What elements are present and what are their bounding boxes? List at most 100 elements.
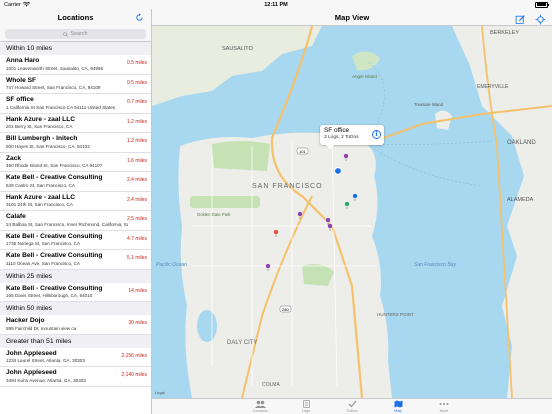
location-name: SF office [6,96,34,103]
section-header: Within 10 miles [0,42,151,55]
status-left: Carrier [4,2,30,8]
location-row[interactable]: Kate Bell - Creative Consulting 165 Davis… [0,283,151,302]
label-angel-island: Angel Island [352,74,377,79]
location-distance: 30 miles [128,320,147,326]
map-icon [394,400,403,408]
location-address: 3494 Kuhn Avenue, Atlanta, GA, 30303 [6,377,86,383]
legal-link[interactable]: Legal [155,390,165,395]
status-right [535,1,549,8]
status-time: 12:11 PM [264,1,288,8]
location-row[interactable]: Whole SF 747 Howard Street, San Francisco… [0,75,151,94]
location-distance: 1.6 miles [126,157,147,164]
location-name: Bill Lumbergh - Initech [6,135,78,142]
tab-label: Contacts [252,409,268,413]
tab-logs[interactable]: Logs [290,399,322,414]
compose-button[interactable] [515,12,526,24]
location-address: 450 Rhode Island St, San Francisco, CA 9… [6,163,103,168]
location-address: 500 Hayes St, San Francisco, CA, 94102 [6,143,90,149]
location-row[interactable]: Hank Azure - zaal LLC 3101 24th St, San F… [0,192,151,211]
location-name: Kate Bell - Creative Consulting [6,174,103,181]
label-colma: COLMA [262,382,280,388]
shield-101-icon: 101 [296,147,309,155]
label-hunters-point: HUNTERS POINT [377,312,414,317]
location-address: 1234 Laurel Street, Atlanta, GA, 30303 [6,358,85,363]
tab-todos[interactable]: ToDos [336,399,368,414]
search-bar: Search [0,26,151,42]
location-row[interactable]: Anna Haro 1001 Leavenworth Street, Sausal… [0,55,151,75]
crosshair-icon [535,14,546,25]
tab-contacts[interactable]: Contacts [244,399,276,414]
location-address: 549 Castro St, San Francisco, CA [6,182,75,188]
section-header: Greater than 51 miles [0,334,151,348]
tab-label: ToDos [346,409,358,413]
location-row[interactable]: SF office 1 California St San Francisco C… [0,94,151,114]
checkmark-icon [348,400,357,408]
refresh-button[interactable] [134,12,145,23]
tab-more[interactable]: More [428,399,460,414]
location-row[interactable]: Bill Lumbergh - Initech 500 Hayes St, San… [0,133,151,153]
location-name: John Appleseed [6,349,57,357]
section-header: Within 25 miles [0,269,151,283]
sf-peninsula [178,132,392,398]
tab-map[interactable]: Map [382,399,414,414]
carrier-label: Carrier [4,1,21,8]
location-name: Hank Azure - zaal LLC [6,115,76,123]
location-distance: 1.2 miles [126,138,147,144]
location-name: Calafe [6,213,26,220]
locate-button[interactable] [535,12,546,25]
label-golden-gate-park: Golden Gate Park [197,212,231,217]
location-address: 747 Howard Street, San Francisco, CA, 94… [6,85,101,90]
location-distance: 5.1 miles [126,255,147,261]
battery-icon [535,1,549,8]
location-row[interactable]: Kate Bell - Creative Consulting 1110 Ocea… [0,250,151,270]
location-list[interactable]: Within 10 miles Anna Haro 1001 Leavenworth… [0,42,151,387]
location-row[interactable]: Kate Bell - Creative Consulting 1735 Nori… [0,231,151,250]
location-address: 1 California St San Francisco CA 94111 U… [6,104,116,110]
map-view[interactable]: SAUSALITO BERKELEY EMERYVILLE OAKLAND AL… [152,26,552,398]
location-address: 201 Berry St, San Francisco, CA [6,124,73,129]
location-row[interactable]: Calafe 24 Balboa St, San Francisco, Inner… [0,211,151,231]
location-name: Kate Bell - Creative Consulting [6,232,103,240]
contacts-icon [254,400,266,408]
location-row[interactable]: John Appleseed 3494 Kuhn Avenue, Atlanta,… [0,367,151,387]
tab-label: More [439,409,449,413]
refresh-icon [136,13,143,21]
location-name: John Appleseed [6,369,57,376]
label-berkeley: BERKELEY [490,30,519,36]
location-address: 599 Fairchild Dr, mountain view ca [6,325,77,331]
logs-icon [302,400,310,408]
location-row[interactable]: Hacker Dojo 599 Fairchild Dr, mountain vi… [0,315,151,335]
location-address: 165 Davis Street, Hillsborough, CA, 9401… [6,293,93,298]
location-distance: 14 miles [128,287,147,294]
map-callout[interactable]: SF office 3 Logs, 2 ToDos i [320,125,384,149]
location-distance: 2,156 miles [121,352,147,359]
label-alameda: ALAMEDA [507,197,534,203]
sidebar-title: Locations [57,13,94,22]
location-name: Whole SF [6,76,37,84]
map-panel: Map View SAUSALITO BERKELEY EMERYVILLE O… [152,9,552,414]
search-input[interactable]: Search [5,29,146,39]
info-icon[interactable]: i [372,130,381,139]
location-address: 1110 Ocean Ave, San Francisco, CA [6,260,81,266]
status-bar: Carrier 12:11 PM [0,0,552,9]
label-ocean: Pacific Ocean [156,262,187,268]
location-address: 3101 24th St, San Francisco, CA [6,202,73,207]
label-san-francisco: SAN FRANCISCO [252,183,323,190]
label-oakland: OAKLAND [507,140,536,146]
location-row[interactable]: John Appleseed 1234 Laurel Street, Atlant… [0,348,151,367]
map-canvas: SAUSALITO BERKELEY EMERYVILLE OAKLAND AL… [152,26,552,398]
user-location-icon [333,166,343,176]
label-sausalito: SAUSALITO [222,46,253,52]
section-header: Within 50 miles [0,302,151,315]
location-row[interactable]: Kate Bell - Creative Consulting 549 Castr… [0,172,151,192]
tab-label: Logs [301,409,311,413]
location-row[interactable]: Zack 450 Rhode Island St, San Francisco, … [0,153,151,172]
label-treasure-island: Treasure Island [414,102,444,107]
sidebar-nav-bar: Locations [0,9,151,26]
location-address: 24 Balboa St, San Francisco, Inner Richm… [6,221,128,227]
locations-sidebar: Locations Search Within 10 miles Anna Har… [0,9,152,414]
location-row[interactable]: Hank Azure - zaal LLC 201 Berry St, San F… [0,114,151,133]
location-distance: 2.4 miles [126,177,147,183]
location-distance: 0.5 miles [126,79,147,86]
search-icon [63,31,69,37]
